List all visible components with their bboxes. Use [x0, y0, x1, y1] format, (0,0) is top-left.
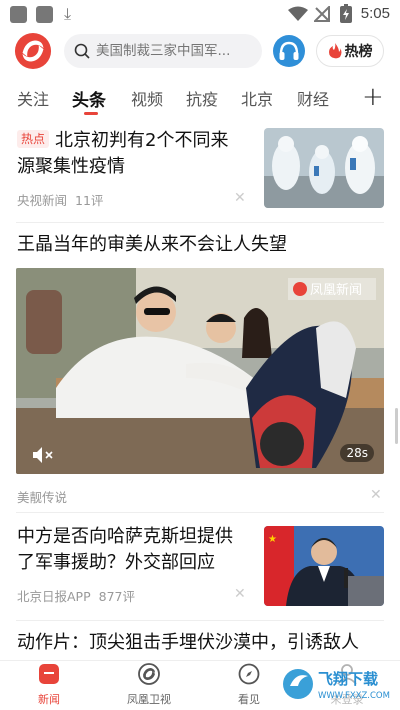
dismiss-icon[interactable]: ✕ — [234, 190, 246, 206]
svg-text:★: ★ — [268, 534, 277, 545]
top-header: 热榜 — [0, 30, 400, 74]
news-title: 动作片：顶尖狙击手埋伏沙漠中，引诱敌人 — [17, 632, 359, 653]
news-meta: 北京日报APP 877评 — [17, 586, 135, 605]
watermark-text: 飞翔下载 — [318, 670, 378, 688]
news-thumbnail: ★ — [264, 526, 384, 606]
nav-news[interactable]: 新闻 — [14, 663, 84, 707]
tab-video[interactable]: 视频 — [131, 86, 163, 110]
news-item[interactable]: 动作片：顶尖狙击手埋伏沙漠中，引诱敌人 — [0, 630, 400, 660]
news-icon — [39, 664, 59, 684]
nav-discover[interactable]: 看见 — [214, 663, 284, 707]
comment-count: 11评 — [75, 193, 104, 208]
divider — [16, 512, 384, 513]
site-watermark: 飞翔下载 WWW.FXXZ.COM — [280, 664, 392, 704]
tab-beijing[interactable]: 北京 — [241, 86, 273, 110]
headphones-icon[interactable] — [272, 34, 306, 68]
news-title-line: 中方是否向哈萨克斯坦提供 — [17, 526, 233, 547]
signal-off-icon — [314, 6, 330, 22]
notification-icon — [36, 6, 53, 23]
video-title: 王晶当年的审美从来不会让人失望 — [17, 234, 287, 255]
divider — [16, 222, 384, 223]
notification-icon — [10, 6, 27, 23]
divider — [16, 620, 384, 621]
news-source: 北京日报APP — [17, 589, 91, 604]
download-icon: ⤓ — [64, 4, 72, 23]
video-item[interactable]: 王晶当年的审美从来不会让人失望 凤凰新闻 28s 美靓传说 ✕ — [0, 232, 400, 508]
battery-icon — [340, 4, 352, 23]
video-duration: 28s — [340, 444, 374, 462]
news-meta: 央视新闻 11评 — [17, 190, 103, 209]
news-source: 美靓传说 — [17, 490, 68, 505]
tab-headlines[interactable]: 头条 — [72, 86, 106, 111]
search-input[interactable] — [96, 43, 256, 59]
tab-following[interactable]: 关注 — [17, 86, 49, 110]
news-title-line: 了军事援助？外交部回应 — [17, 552, 215, 573]
nav-label: 看见 — [238, 693, 260, 706]
news-title-line: 北京初判有2个不同来 — [55, 130, 229, 151]
status-bar: ⤓ 5:05 — [0, 0, 400, 28]
active-tab-indicator — [84, 112, 98, 115]
news-title: 中方是否向哈萨克斯坦提供 了军事援助？外交部回应 — [17, 524, 257, 576]
comment-count: 877评 — [98, 589, 135, 604]
news-title-line: 源聚集性疫情 — [17, 156, 125, 177]
search-bar[interactable] — [64, 34, 262, 68]
news-item[interactable]: 中方是否向哈萨克斯坦提供 了军事援助？外交部回应 北京日报APP 877评 ✕ ★ — [0, 524, 400, 616]
nav-label: 新闻 — [38, 693, 60, 706]
dismiss-icon[interactable]: ✕ — [370, 487, 382, 503]
news-item[interactable]: 热点 北京初判有2个不同来 源聚集性疫情 央视新闻 11评 ✕ — [0, 128, 400, 218]
scrollbar[interactable] — [395, 408, 398, 444]
ifeng-logo-icon[interactable] — [14, 32, 52, 70]
video-player[interactable]: 凤凰新闻 28s — [16, 268, 384, 474]
video-watermark: 凤凰新闻 — [310, 282, 362, 298]
compass-icon — [238, 663, 260, 685]
dismiss-icon[interactable]: ✕ — [234, 586, 246, 602]
add-channel-button[interactable]: + — [362, 82, 384, 112]
clock: 5:05 — [360, 5, 390, 22]
hot-badge: 热点 — [17, 130, 50, 148]
search-icon — [74, 43, 90, 59]
hot-list-button[interactable]: 热榜 — [316, 35, 384, 67]
nav-label: 凤凰卫视 — [127, 693, 171, 706]
tab-anti-epidemic[interactable]: 抗疫 — [186, 86, 218, 110]
phoenix-tv-icon — [138, 663, 160, 685]
news-thumbnail — [264, 128, 384, 208]
tab-finance[interactable]: 财经 — [297, 86, 329, 110]
hot-list-label: 热榜 — [344, 44, 373, 60]
news-source: 央视新闻 — [17, 193, 68, 208]
flame-icon — [328, 43, 341, 59]
wifi-icon — [288, 6, 308, 21]
watermark-url: WWW.FXXZ.COM — [318, 691, 390, 701]
nav-phoenix-tv[interactable]: 凤凰卫视 — [114, 663, 184, 707]
news-title: 热点 北京初判有2个不同来 源聚集性疫情 — [17, 128, 249, 180]
category-tabs: 关注 头条 视频 抗疫 北京 财经 + — [0, 82, 400, 116]
news-meta: 美靓传说 — [17, 487, 67, 506]
mute-icon[interactable] — [32, 446, 54, 464]
